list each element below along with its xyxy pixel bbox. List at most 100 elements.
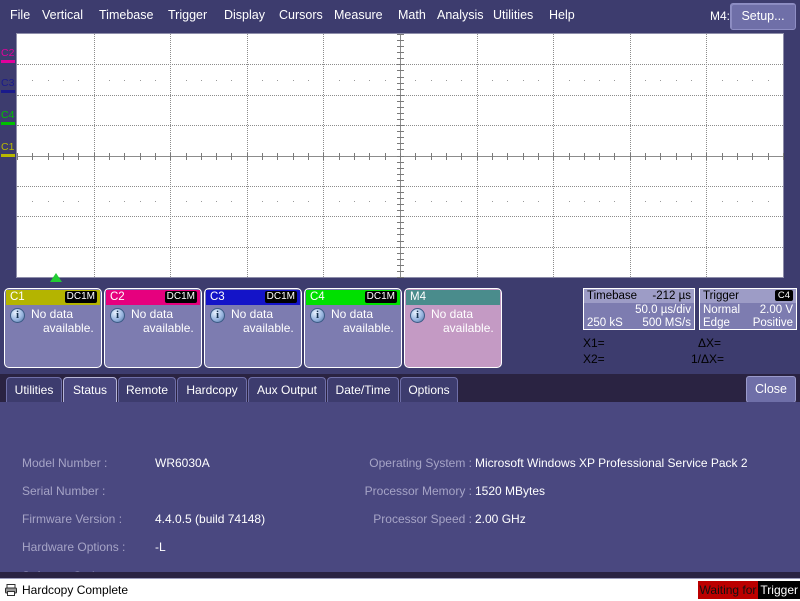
trigger-state-hot: Waiting for: [697, 581, 759, 599]
field-label: Hardware Options :: [22, 540, 126, 554]
descriptor-header: C1 DC1M: [6, 290, 100, 305]
tab-remote[interactable]: Remote: [118, 377, 176, 402]
descriptor-source-name: M4: [410, 291, 426, 303]
channel-marker-label: C4: [1, 109, 15, 121]
info-icon: i: [110, 308, 125, 323]
trigger-level: 2.00 V: [759, 304, 793, 316]
tab-status[interactable]: Status: [63, 377, 117, 404]
trigger-mode-row: Normal 2.00 V: [700, 303, 796, 317]
descriptor-message-line2: available.: [143, 321, 194, 335]
setup-button[interactable]: Setup...: [730, 3, 796, 30]
channel-offset-handle[interactable]: [1, 90, 15, 93]
menu-item-math[interactable]: Math: [398, 8, 426, 22]
field-label: Operating System :: [369, 456, 472, 470]
descriptor-message-line2: available.: [243, 321, 294, 335]
menu-item-timebase[interactable]: Timebase: [99, 8, 153, 22]
info-icon: i: [310, 308, 325, 323]
grid-subdivision-dots: [17, 201, 783, 202]
descriptor-box-c2[interactable]: C2 DC1M i No data available.: [104, 288, 202, 368]
oscilloscope-app: File Vertical Timebase Trigger Display Cursor…: [0, 0, 800, 601]
tab-aux-output[interactable]: Aux Output: [248, 377, 326, 402]
descriptor-source-name: C4: [310, 291, 325, 303]
trigger-source-chip: C4: [774, 290, 793, 301]
timebase-sample-rate: 500 MS/s: [642, 317, 691, 329]
menu-item-utilities[interactable]: Utilities: [493, 8, 533, 22]
timebase-scale-row: 50.0 µs/div: [584, 303, 694, 317]
trigger-state-indicator[interactable]: Waiting for Trigger: [697, 581, 800, 599]
descriptor-header: C4 DC1M: [306, 290, 400, 305]
trigger-type: Edge: [703, 317, 730, 329]
descriptor-coupling-badge: DC1M: [64, 291, 97, 303]
printer-icon: [4, 583, 18, 597]
menu-item-cursors[interactable]: Cursors: [279, 8, 323, 22]
timebase-scale: 50.0 µs/div: [635, 304, 691, 316]
field-value: 2.00 GHz: [475, 512, 526, 526]
trigger-type-row: Edge Positive: [700, 316, 796, 330]
descriptor-coupling-badge: DC1M: [164, 291, 197, 303]
descriptor-message-line2: available.: [343, 321, 394, 335]
menu-item-measure[interactable]: Measure: [334, 8, 383, 22]
cursor-dx-label: ΔX=: [698, 336, 722, 350]
field-label: Processor Speed :: [373, 512, 472, 526]
graticule-grid[interactable]: [16, 33, 784, 278]
tab-date-time[interactable]: Date/Time: [327, 377, 399, 402]
trigger-header: Trigger C4: [700, 289, 796, 303]
info-icon: i: [10, 308, 25, 323]
menu-item-vertical[interactable]: Vertical: [42, 8, 83, 22]
trigger-mode: Normal: [703, 304, 741, 316]
cursor-invdx-label: 1/ΔX=: [691, 352, 725, 366]
field-value: Microsoft Windows XP Professional Servic…: [475, 456, 748, 470]
trigger-slope: Positive: [752, 317, 793, 329]
menu-item-help[interactable]: Help: [549, 8, 575, 22]
cursor-readouts: X1= X2= ΔX= 1/ΔX=: [583, 336, 798, 368]
descriptor-box-m4[interactable]: M4 i No data available.: [404, 288, 502, 368]
descriptor-source-name: C2: [110, 291, 125, 303]
descriptor-coupling-badge: DC1M: [364, 291, 397, 303]
descriptor-message-line1: No data: [131, 307, 174, 321]
descriptor-header: C3 DC1M: [206, 290, 300, 305]
descriptor-box-c4[interactable]: C4 DC1M i No data available.: [304, 288, 402, 368]
info-icon: i: [210, 308, 225, 323]
descriptor-message-line2: available.: [443, 321, 494, 335]
channel-offset-handle[interactable]: [1, 60, 15, 63]
menu-item-analysis[interactable]: Analysis: [437, 8, 484, 22]
timebase-panel[interactable]: Timebase -212 µs 50.0 µs/div 250 kS 500 …: [583, 288, 695, 330]
descriptor-box-c3[interactable]: C3 DC1M i No data available.: [204, 288, 302, 368]
menu-item-display[interactable]: Display: [224, 8, 265, 22]
menu-item-trigger[interactable]: Trigger: [168, 8, 207, 22]
field-value: -L: [155, 540, 166, 554]
descriptor-coupling-badge: DC1M: [264, 291, 297, 303]
descriptor-source-name: C1: [10, 291, 25, 303]
grid-subdivision-dots: [17, 80, 783, 81]
descriptor-message: No data available.: [31, 307, 98, 335]
m4-indicator-label: M4:: [709, 9, 730, 23]
tab-options[interactable]: Options: [400, 377, 458, 402]
trigger-panel[interactable]: Trigger C4 Normal 2.00 V Edge Positive: [699, 288, 797, 330]
channel-marker-label: C2: [1, 47, 15, 59]
tab-utilities[interactable]: Utilities: [6, 377, 62, 402]
channel-offset-handle[interactable]: [1, 154, 15, 157]
descriptor-message-line1: No data: [231, 307, 274, 321]
trigger-position-marker[interactable]: [50, 273, 62, 282]
timebase-memory: 250 kS: [587, 317, 623, 329]
descriptor-box-c1[interactable]: C1 DC1M i No data available.: [4, 288, 102, 368]
menu-bar: File Vertical Timebase Trigger Display Cursor…: [0, 0, 800, 30]
channel-marker-label: C3: [1, 77, 15, 89]
status-message: Hardcopy Complete: [22, 583, 129, 597]
timebase-header: Timebase -212 µs: [584, 289, 694, 303]
waveform-area: C2 C3 C4 C1: [0, 30, 800, 282]
cursor-x2-label: X2=: [583, 352, 605, 366]
descriptor-message-line2: available.: [43, 321, 94, 335]
descriptor-header: M4: [406, 290, 500, 305]
menu-item-file[interactable]: File: [10, 8, 30, 22]
dialog-tabstrip: Utilities Status Remote Hardcopy Aux Output D…: [0, 374, 800, 404]
timebase-memory-row: 250 kS 500 MS/s: [584, 316, 694, 330]
info-icon: i: [410, 308, 425, 323]
descriptor-source-name: C3: [210, 291, 225, 303]
channel-offset-handle[interactable]: [1, 122, 15, 125]
descriptor-message: No data available.: [431, 307, 498, 335]
tab-hardcopy[interactable]: Hardcopy: [177, 377, 247, 402]
descriptor-message-line1: No data: [31, 307, 74, 321]
status-bar: Hardcopy Complete Waiting for Trigger: [0, 578, 800, 601]
close-button[interactable]: Close: [746, 376, 796, 403]
